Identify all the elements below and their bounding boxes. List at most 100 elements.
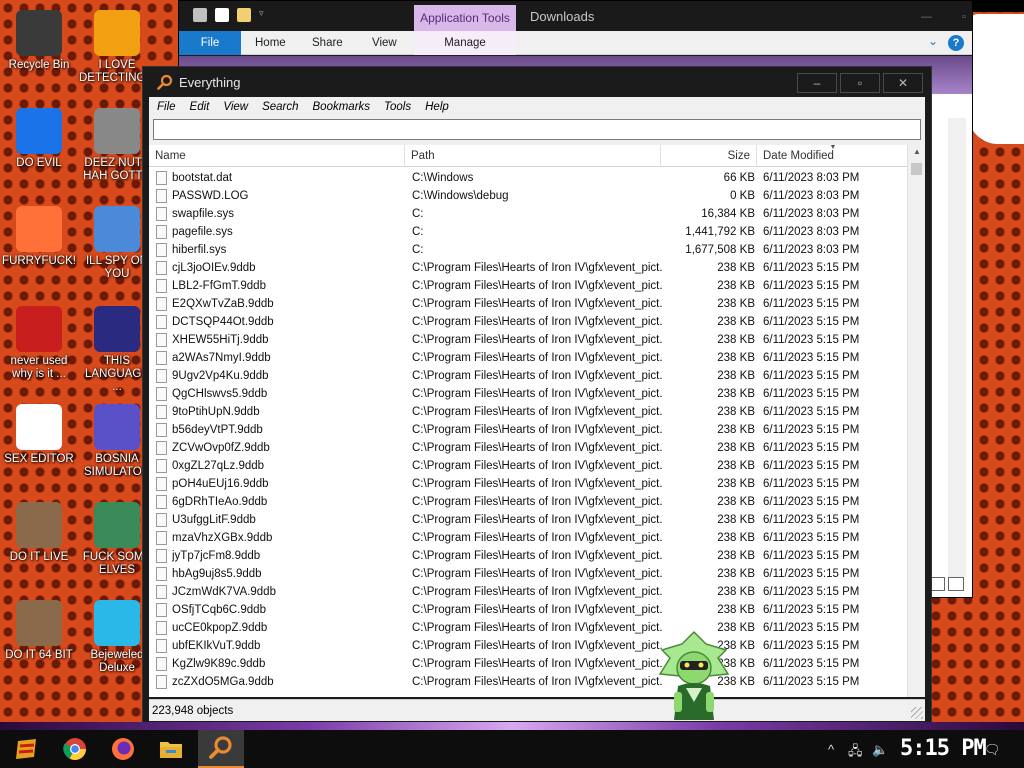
help-icon[interactable]: ? bbox=[948, 35, 964, 51]
result-path: C:\Program Files\Hearts of Iron IV\gfx\e… bbox=[412, 514, 662, 526]
close-button[interactable]: ✕ bbox=[883, 73, 923, 93]
taskbar-everything[interactable] bbox=[198, 730, 244, 768]
network-icon[interactable]: 🖧 bbox=[848, 742, 863, 764]
result-row[interactable]: ubfEKIkVuT.9ddb C:\Program Files\Hearts o… bbox=[149, 637, 907, 655]
taskbar-chrome[interactable] bbox=[52, 730, 98, 768]
result-size: 16,384 KB bbox=[701, 208, 755, 220]
result-row[interactable]: PASSWD.LOG C:\Windows\debug 0 KB 6/11/2023 … bbox=[149, 187, 907, 205]
new-folder-icon[interactable] bbox=[237, 8, 251, 22]
result-row[interactable]: LBL2-FfGmT.9ddb C:\Program Files\Hearts o… bbox=[149, 277, 907, 295]
file-icon bbox=[156, 315, 167, 329]
desktop-icon[interactable]: DO EVIL bbox=[1, 108, 77, 170]
result-row[interactable]: 0xgZL27qLz.9ddb C:\Program Files\Hearts o… bbox=[149, 457, 907, 475]
desktop-icon[interactable]: never used why is it ... bbox=[1, 306, 77, 381]
menu-view[interactable]: View bbox=[223, 101, 248, 113]
scrollbar-thumb[interactable] bbox=[911, 163, 922, 175]
desktop-icon[interactable]: FURRYFUCK! bbox=[1, 206, 77, 268]
ribbon-expand-chevron-icon[interactable]: ⌄ bbox=[928, 34, 938, 48]
menu-bookmarks[interactable]: Bookmarks bbox=[313, 101, 371, 113]
result-row[interactable]: ucCE0kpopZ.9ddb C:\Program Files\Hearts o… bbox=[149, 619, 907, 637]
result-row[interactable]: bootstat.dat C:\Windows 66 KB 6/11/2023 8:0… bbox=[149, 169, 907, 187]
result-name: hbAg9uj8s5.9ddb bbox=[172, 568, 262, 580]
result-row[interactable]: hiberfil.sys C: 1,677,508 KB 6/11/2023 8:03… bbox=[149, 241, 907, 259]
menu-edit[interactable]: Edit bbox=[190, 101, 210, 113]
results-list[interactable]: Name Path Size Date Modified ▼ bootstat.… bbox=[149, 145, 925, 697]
file-icon bbox=[156, 657, 167, 671]
search-input[interactable] bbox=[153, 119, 921, 140]
result-row[interactable]: 9toPtihUpN.9ddb C:\Program Files\Hearts o… bbox=[149, 403, 907, 421]
ribbon-tab-manage[interactable]: Manage bbox=[414, 31, 516, 55]
result-row[interactable]: pagefile.sys C: 1,441,792 KB 6/11/2023 8:03… bbox=[149, 223, 907, 241]
explorer-titlebar[interactable]: ▿ Application Tools Downloads — ▫ bbox=[179, 1, 972, 31]
vertical-scrollbar[interactable]: ▲ bbox=[907, 145, 925, 697]
result-size: 66 KB bbox=[723, 172, 755, 184]
everything-window[interactable]: Everything – ▫ ✕ File Edit View Search B… bbox=[142, 66, 932, 726]
explorer-minimize-icon[interactable]: — bbox=[921, 11, 932, 23]
everything-titlebar[interactable]: Everything – ▫ ✕ bbox=[143, 67, 931, 97]
result-date-modified: 6/11/2023 5:15 PM bbox=[763, 406, 860, 418]
result-row[interactable]: OSfjTCqb6C.9ddb C:\Program Files\Hearts o… bbox=[149, 601, 907, 619]
result-row[interactable]: XHEW55HiTj.9ddb C:\Program Files\Hearts o… bbox=[149, 331, 907, 349]
result-row[interactable]: mzaVhzXGBx.9ddb C:\Program Files\Hearts o… bbox=[149, 529, 907, 547]
menu-file[interactable]: File bbox=[157, 101, 176, 113]
ribbon-tab-share[interactable]: Share bbox=[312, 31, 343, 55]
desktop-icon[interactable]: DO IT LIVE bbox=[1, 502, 77, 564]
minimize-button[interactable]: – bbox=[797, 73, 837, 93]
result-row[interactable]: KgZlw9K89c.9ddb C:\Program Files\Hearts o… bbox=[149, 655, 907, 673]
desktop-icon[interactable]: DO IT 64 BIT bbox=[1, 600, 77, 662]
large-icons-view-icon[interactable] bbox=[948, 577, 964, 591]
file-icon bbox=[156, 171, 167, 185]
file-icon bbox=[156, 621, 167, 635]
menu-help[interactable]: Help bbox=[425, 101, 449, 113]
menu-tools[interactable]: Tools bbox=[384, 101, 411, 113]
result-row[interactable]: swapfile.sys C: 16,384 KB 6/11/2023 8:03 PM bbox=[149, 205, 907, 223]
result-row[interactable]: U3ufggLitF.9ddb C:\Program Files\Hearts o… bbox=[149, 511, 907, 529]
resize-grip-icon[interactable] bbox=[911, 707, 923, 719]
menu-search[interactable]: Search bbox=[262, 101, 298, 113]
scroll-up-icon[interactable]: ▲ bbox=[908, 145, 925, 159]
desktop-icon[interactable]: SEX EDITOR bbox=[1, 404, 77, 466]
result-row[interactable]: 9Ugv2Vp4Ku.9ddb C:\Program Files\Hearts o… bbox=[149, 367, 907, 385]
start-button[interactable] bbox=[4, 730, 50, 768]
result-row[interactable]: JCzmWdK7VA.9ddb C:\Program Files\Hearts o… bbox=[149, 583, 907, 601]
result-row[interactable]: hbAg9uj8s5.9ddb C:\Program Files\Hearts o… bbox=[149, 565, 907, 583]
application-tools-tab[interactable]: Application Tools bbox=[414, 5, 516, 31]
column-header-size[interactable]: Size bbox=[661, 145, 757, 167]
result-row[interactable]: pOH4uEUj16.9ddb C:\Program Files\Hearts o… bbox=[149, 475, 907, 493]
peridot-character-decoration bbox=[658, 630, 730, 720]
ribbon-tab-home[interactable]: Home bbox=[255, 31, 286, 55]
desktop-icon[interactable]: Recycle Bin bbox=[1, 10, 77, 72]
taskbar-firefox[interactable] bbox=[100, 730, 146, 768]
result-row[interactable]: E2QXwTvZaB.9ddb C:\Program Files\Hearts o… bbox=[149, 295, 907, 313]
result-path: C:\Program Files\Hearts of Iron IV\gfx\e… bbox=[412, 262, 662, 274]
column-header-name[interactable]: Name bbox=[149, 145, 405, 167]
result-row[interactable]: a2WAs7NmyI.9ddb C:\Program Files\Hearts o… bbox=[149, 349, 907, 367]
taskbar-clock[interactable]: 5:15 PM bbox=[900, 736, 987, 761]
show-hidden-icons-chevron-icon[interactable]: ^ bbox=[828, 742, 834, 757]
ribbon-tab-view[interactable]: View bbox=[372, 31, 397, 55]
result-row[interactable]: jyTp7jcFm8.9ddb C:\Program Files\Hearts o… bbox=[149, 547, 907, 565]
taskbar-file-explorer[interactable] bbox=[148, 730, 194, 768]
customize-qa-chevron-icon[interactable]: ▿ bbox=[259, 8, 273, 22]
result-row[interactable]: QgCHlswvs5.9ddb C:\Program Files\Hearts o… bbox=[149, 385, 907, 403]
result-name: PASSWD.LOG bbox=[172, 190, 249, 202]
result-row[interactable]: DCTSQP44Ot.9ddb C:\Program Files\Hearts o… bbox=[149, 313, 907, 331]
properties-icon[interactable] bbox=[215, 8, 229, 22]
result-row[interactable]: cjL3joOIEv.9ddb C:\Program Files\Hearts o… bbox=[149, 259, 907, 277]
result-row[interactable]: b56deyVtPT.9ddb C:\Program Files\Hearts o… bbox=[149, 421, 907, 439]
hxd-hex-editor-icon bbox=[16, 404, 62, 450]
explorer-scrollbar[interactable] bbox=[948, 118, 966, 577]
ribbon-tab-file[interactable]: File bbox=[179, 31, 241, 55]
result-row[interactable]: ZCVwOvp0fZ.9ddb C:\Program Files\Hearts o… bbox=[149, 439, 907, 457]
volume-icon[interactable]: 🔈 bbox=[872, 742, 888, 758]
file-icon bbox=[156, 675, 167, 689]
result-row[interactable]: zcZXdO5MGa.9ddb C:\Program Files\Hearts o… bbox=[149, 673, 907, 691]
maximize-button[interactable]: ▫ bbox=[840, 73, 880, 93]
action-center-icon[interactable]: 🗨 bbox=[984, 742, 1001, 758]
column-header-path[interactable]: Path bbox=[405, 145, 661, 167]
explorer-maximize-icon[interactable]: ▫ bbox=[962, 11, 966, 23]
result-date-modified: 6/11/2023 5:15 PM bbox=[763, 370, 860, 382]
everything-search-icon bbox=[209, 736, 232, 759]
result-row[interactable]: 6gDRhTIeAo.9ddb C:\Program Files\Hearts o… bbox=[149, 493, 907, 511]
bomb-game-icon bbox=[94, 404, 140, 450]
